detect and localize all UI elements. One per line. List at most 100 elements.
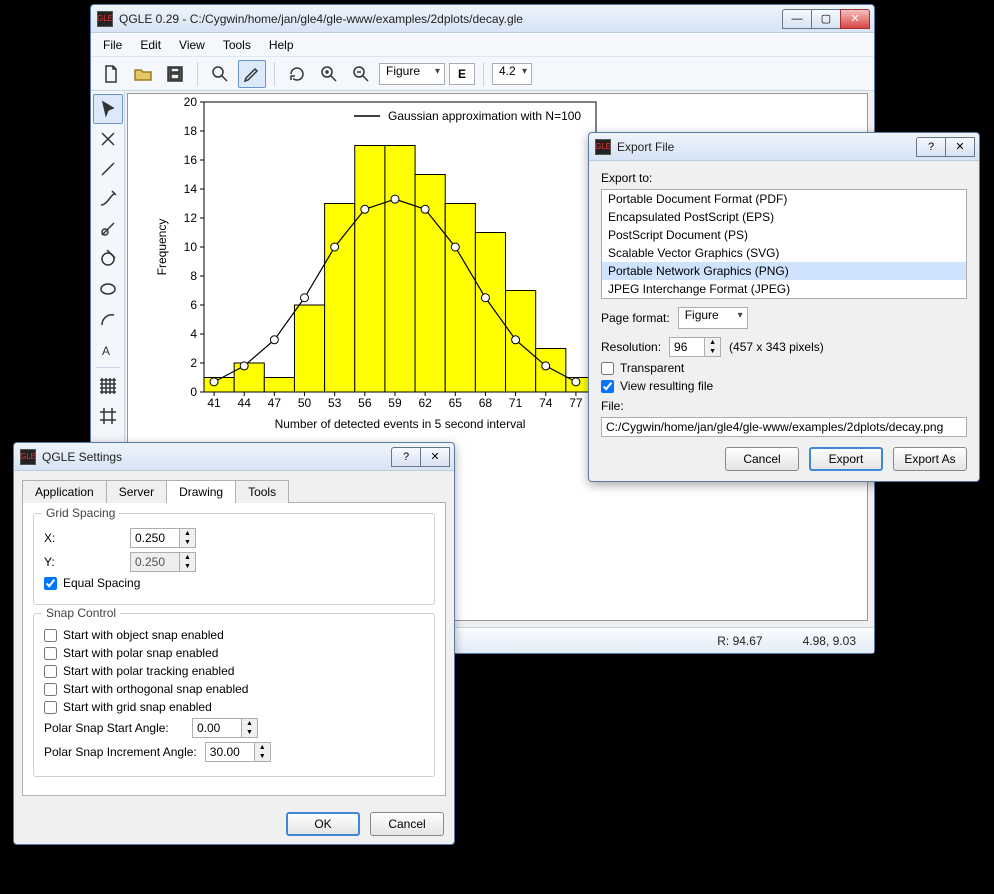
reload-icon[interactable] bbox=[283, 60, 311, 88]
svg-text:2: 2 bbox=[190, 356, 197, 370]
zoom-tool-icon[interactable] bbox=[206, 60, 234, 88]
svg-text:Number of detected events in 5: Number of detected events in 5 second in… bbox=[275, 417, 526, 431]
format-option[interactable]: PostScript Document (PS) bbox=[602, 226, 966, 244]
menu-view[interactable]: View bbox=[171, 35, 213, 55]
svg-text:47: 47 bbox=[268, 396, 282, 410]
tabs: Application Server Drawing Tools bbox=[14, 471, 454, 502]
page-format-label: Page format: bbox=[601, 311, 670, 325]
line-tool-icon[interactable] bbox=[93, 154, 123, 184]
grid-spacing-group: Grid Spacing X: ▲▼ Y: ▲▼ Equal Spacing bbox=[33, 513, 435, 605]
close-button[interactable]: ✕ bbox=[945, 137, 975, 157]
tangent-line-icon[interactable] bbox=[93, 184, 123, 214]
snap-control-group: Snap Control Start with object snap enab… bbox=[33, 613, 435, 777]
snap-object-checkbox[interactable] bbox=[44, 629, 57, 642]
formats-listbox[interactable]: Portable Document Format (PDF)Encapsulat… bbox=[601, 189, 967, 299]
svg-text:14: 14 bbox=[184, 182, 198, 196]
snap-grid-checkbox[interactable] bbox=[44, 701, 57, 714]
svg-text:71: 71 bbox=[509, 396, 523, 410]
svg-text:56: 56 bbox=[358, 396, 372, 410]
tab-drawing[interactable]: Drawing bbox=[166, 480, 236, 503]
svg-text:Frequency: Frequency bbox=[155, 219, 169, 276]
svg-text:6: 6 bbox=[190, 298, 197, 312]
cross-tool-icon[interactable] bbox=[93, 124, 123, 154]
settings-dialog: GLE QGLE Settings ? ✕ Application Server… bbox=[13, 442, 455, 845]
grid-x-spinner[interactable]: ▲▼ bbox=[130, 528, 196, 548]
format-option[interactable]: JPEG Interchange Format (JPEG) bbox=[602, 280, 966, 298]
export-to-label: Export to: bbox=[601, 171, 967, 185]
figure-select[interactable]: Figure bbox=[379, 63, 445, 85]
format-option[interactable]: Scalable Vector Graphics (SVG) bbox=[602, 244, 966, 262]
text-tool-icon[interactable]: A bbox=[93, 334, 123, 364]
resolution-spinner[interactable]: ▲▼ bbox=[669, 337, 721, 357]
zoom-out-icon[interactable] bbox=[347, 60, 375, 88]
svg-text:74: 74 bbox=[539, 396, 553, 410]
svg-text:53: 53 bbox=[328, 396, 342, 410]
save-file-icon[interactable] bbox=[161, 60, 189, 88]
cancel-button[interactable]: Cancel bbox=[725, 447, 799, 471]
circle-marker-icon[interactable] bbox=[93, 244, 123, 274]
menu-tools[interactable]: Tools bbox=[215, 35, 259, 55]
status-r: R: 94.67 bbox=[717, 634, 762, 648]
maximize-button[interactable]: ▢ bbox=[811, 9, 841, 29]
svg-text:A: A bbox=[102, 344, 110, 358]
polar-inc-spinner[interactable]: ▲▼ bbox=[205, 742, 271, 762]
cancel-button[interactable]: Cancel bbox=[370, 812, 444, 836]
transparent-checkbox[interactable] bbox=[601, 362, 614, 375]
zoom-in-icon[interactable] bbox=[315, 60, 343, 88]
equal-spacing-checkbox[interactable] bbox=[44, 577, 57, 590]
export-button[interactable]: Export bbox=[809, 447, 883, 471]
tab-server[interactable]: Server bbox=[106, 480, 167, 503]
svg-text:65: 65 bbox=[449, 396, 463, 410]
window-title: QGLE 0.29 - C:/Cygwin/home/jan/gle4/gle-… bbox=[119, 12, 783, 26]
arc-tool-icon[interactable] bbox=[93, 304, 123, 334]
menu-help[interactable]: Help bbox=[261, 35, 302, 55]
close-button[interactable]: ✕ bbox=[420, 447, 450, 467]
close-button[interactable]: ✕ bbox=[840, 9, 870, 29]
grid-dense-icon[interactable] bbox=[93, 371, 123, 401]
tab-tools[interactable]: Tools bbox=[235, 480, 289, 503]
perp-line-icon[interactable] bbox=[93, 214, 123, 244]
edit-tool-icon[interactable] bbox=[238, 60, 266, 88]
svg-text:20: 20 bbox=[184, 95, 198, 109]
svg-text:77: 77 bbox=[569, 396, 583, 410]
menu-file[interactable]: File bbox=[95, 35, 130, 55]
snap-ortho-checkbox[interactable] bbox=[44, 683, 57, 696]
view-file-checkbox[interactable] bbox=[601, 380, 614, 393]
format-option[interactable]: Portable Network Graphics (PNG) bbox=[602, 262, 966, 280]
format-option[interactable]: Portable Document Format (PDF) bbox=[602, 190, 966, 208]
svg-text:12: 12 bbox=[184, 211, 198, 225]
export-title: Export File bbox=[617, 140, 917, 154]
svg-text:44: 44 bbox=[238, 396, 252, 410]
ok-button[interactable]: OK bbox=[286, 812, 360, 836]
svg-text:0: 0 bbox=[190, 385, 197, 399]
help-button[interactable]: ? bbox=[391, 447, 421, 467]
menubar: File Edit View Tools Help bbox=[91, 33, 874, 57]
edit-mode-button[interactable]: E bbox=[449, 63, 475, 85]
resolution-label: Resolution: bbox=[601, 340, 661, 354]
grid-y-spinner[interactable]: ▲▼ bbox=[130, 552, 196, 572]
app-icon: GLE bbox=[20, 449, 36, 465]
svg-text:68: 68 bbox=[479, 396, 493, 410]
export-as-button[interactable]: Export As bbox=[893, 447, 967, 471]
page-format-select[interactable]: Figure bbox=[678, 307, 748, 329]
svg-text:18: 18 bbox=[184, 124, 198, 138]
polar-start-spinner[interactable]: ▲▼ bbox=[192, 718, 258, 738]
grid-sparse-icon[interactable] bbox=[93, 401, 123, 431]
ellipse-tool-icon[interactable] bbox=[93, 274, 123, 304]
new-file-icon[interactable] bbox=[97, 60, 125, 88]
menu-edit[interactable]: Edit bbox=[132, 35, 169, 55]
chart: 0246810121416182041444750535659626568717… bbox=[128, 94, 614, 440]
tab-application[interactable]: Application bbox=[22, 480, 107, 503]
svg-text:62: 62 bbox=[418, 396, 432, 410]
file-path-input[interactable] bbox=[601, 417, 967, 437]
zoom-select[interactable]: 4.2 bbox=[492, 63, 532, 85]
pointer-tool-icon[interactable] bbox=[93, 94, 123, 124]
format-option[interactable]: Encapsulated PostScript (EPS) bbox=[602, 208, 966, 226]
help-button[interactable]: ? bbox=[916, 137, 946, 157]
minimize-button[interactable]: — bbox=[782, 9, 812, 29]
titlebar[interactable]: GLE QGLE 0.29 - C:/Cygwin/home/jan/gle4/… bbox=[91, 5, 874, 33]
snap-polar-checkbox[interactable] bbox=[44, 647, 57, 660]
snap-polar-tracking-checkbox[interactable] bbox=[44, 665, 57, 678]
svg-text:50: 50 bbox=[298, 396, 312, 410]
open-file-icon[interactable] bbox=[129, 60, 157, 88]
